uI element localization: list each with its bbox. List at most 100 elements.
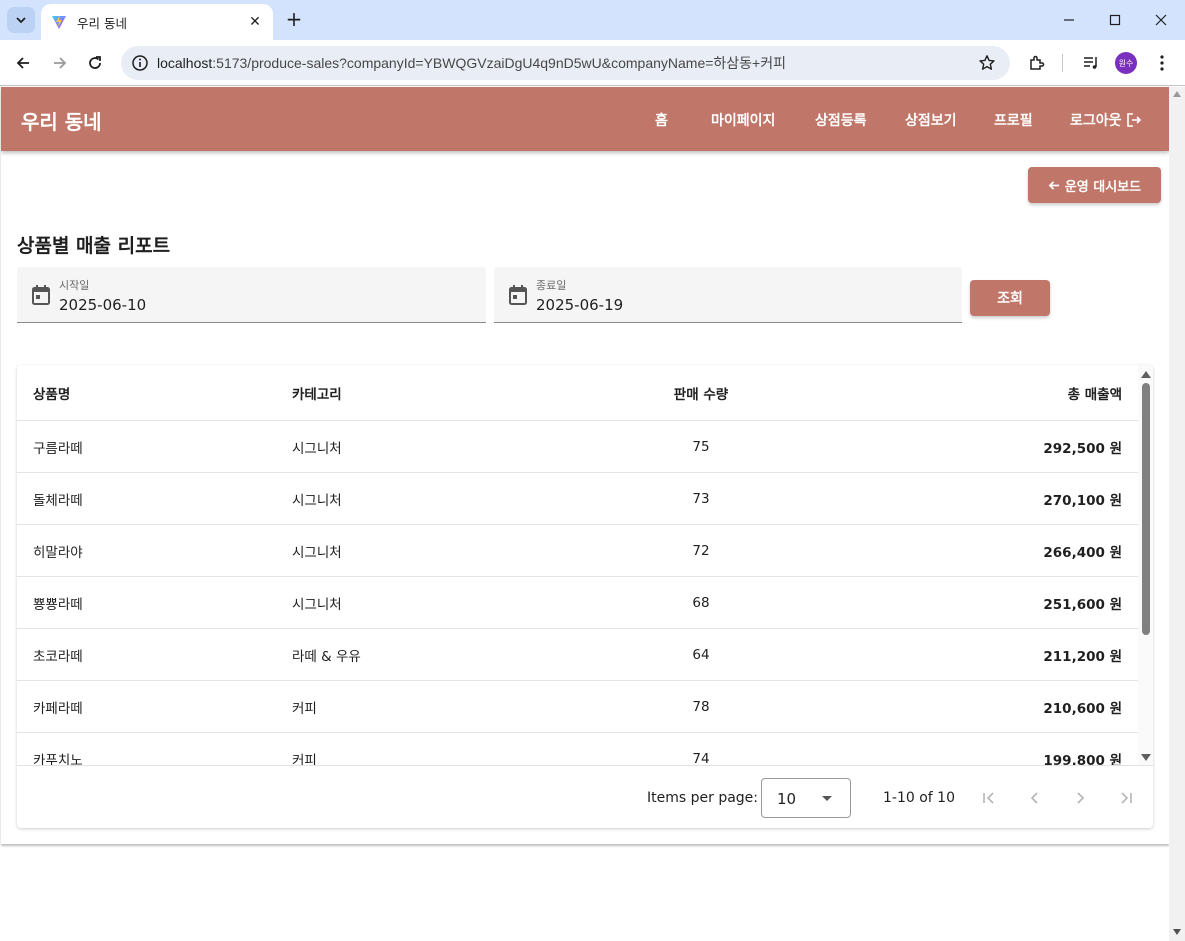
forward-nav-button[interactable] bbox=[46, 49, 74, 77]
browser-tab-active[interactable]: 우리 동네 ✕ bbox=[41, 4, 273, 40]
maximize-icon bbox=[1109, 14, 1121, 26]
browser-toolbar: localhost:5173/produce-sales?companyId=Y… bbox=[0, 40, 1185, 86]
table-row[interactable]: 구름라떼 시그니처 75 292,500 원 bbox=[17, 421, 1138, 473]
header-category[interactable]: 카테고리 bbox=[292, 365, 342, 420]
cell-product-name: 카페라떼 bbox=[33, 700, 83, 717]
table-pagination: Items per page: 10 1-10 of 10 bbox=[17, 765, 1153, 828]
nav-mypage[interactable]: 마이페이지 bbox=[711, 110, 775, 130]
nav-logout[interactable]: 로그아웃 bbox=[1070, 110, 1142, 130]
calendar-icon bbox=[509, 285, 527, 305]
cell-product-name: 카푸치노 bbox=[33, 752, 83, 766]
close-window-button[interactable] bbox=[1138, 0, 1184, 40]
table-body-scroll[interactable]: 상품명 카테고리 판매 수량 총 매출액 구름라떼 시그니처 75 292,500 원… bbox=[17, 365, 1138, 765]
cell-category: 시그니처 bbox=[292, 440, 342, 457]
first-page-icon bbox=[983, 792, 994, 804]
brand-title[interactable]: 우리 동네 bbox=[21, 106, 102, 135]
first-page-button[interactable] bbox=[977, 786, 1001, 810]
tab-search-button[interactable] bbox=[7, 7, 35, 33]
last-page-button[interactable] bbox=[1114, 786, 1138, 810]
start-date-label: 시작일 bbox=[59, 279, 90, 292]
profile-avatar[interactable]: 원수 bbox=[1115, 52, 1137, 74]
chevron-left-icon bbox=[1030, 792, 1038, 804]
table-scrollbar[interactable] bbox=[1138, 365, 1153, 765]
cell-quantity: 64 bbox=[692, 646, 710, 663]
nav-profile[interactable]: 프로필 bbox=[994, 110, 1033, 130]
cell-category: 라떼 & 우유 bbox=[292, 648, 361, 665]
end-date-value[interactable]: 2025-06-19 bbox=[536, 296, 623, 314]
logout-icon bbox=[1126, 113, 1141, 127]
scroll-down-icon[interactable] bbox=[1141, 754, 1151, 761]
pagination-range: 1-10 of 10 bbox=[883, 790, 955, 806]
page-scroll-up-icon[interactable] bbox=[1173, 91, 1181, 97]
cell-quantity: 74 bbox=[692, 750, 710, 766]
bookmark-star-icon[interactable] bbox=[978, 54, 996, 72]
close-icon bbox=[1155, 14, 1167, 26]
maximize-button[interactable] bbox=[1092, 0, 1138, 40]
chevron-right-icon bbox=[1077, 792, 1085, 804]
page-scroll-down-icon[interactable] bbox=[1173, 929, 1181, 935]
cell-quantity: 75 bbox=[692, 438, 710, 455]
table-row[interactable]: 카푸치노 커피 74 199,800 원 bbox=[17, 733, 1138, 766]
close-tab-icon[interactable]: ✕ bbox=[247, 14, 263, 30]
header-product-name[interactable]: 상품명 bbox=[33, 365, 70, 420]
nav-store-register[interactable]: 상점등록 bbox=[815, 110, 867, 130]
minimize-button[interactable] bbox=[1046, 0, 1092, 40]
items-per-page-select[interactable]: 10 bbox=[761, 778, 851, 818]
next-page-button[interactable] bbox=[1068, 786, 1092, 810]
cell-total-sales: 251,600 원 bbox=[1043, 596, 1122, 613]
items-per-page-value: 10 bbox=[777, 790, 797, 808]
table-row[interactable]: 히말라야 시그니처 72 266,400 원 bbox=[17, 525, 1138, 577]
back-to-dashboard-button[interactable]: 운영 대시보드 bbox=[1028, 167, 1161, 203]
back-to-dashboard-label: 운영 대시보드 bbox=[1064, 179, 1142, 195]
page-scrollbar[interactable] bbox=[1169, 87, 1185, 941]
browser-menu-icon[interactable] bbox=[1152, 53, 1172, 73]
nav-store-view[interactable]: 상점보기 bbox=[905, 110, 957, 130]
header-quantity[interactable]: 판매 수량 bbox=[601, 365, 801, 420]
new-tab-button[interactable]: + bbox=[283, 8, 305, 30]
table-row[interactable]: 돌체라떼 시그니처 73 270,100 원 bbox=[17, 473, 1138, 525]
last-page-icon bbox=[1121, 792, 1132, 804]
cell-product-name: 히말라야 bbox=[33, 544, 83, 561]
items-per-page-label: Items per page: bbox=[647, 790, 759, 806]
cell-category: 시그니처 bbox=[292, 492, 342, 509]
table-header-row: 상품명 카테고리 판매 수량 총 매출액 bbox=[17, 365, 1138, 421]
header-total-sales[interactable]: 총 매출액 bbox=[1068, 365, 1122, 420]
address-bar[interactable]: localhost:5173/produce-sales?companyId=Y… bbox=[121, 46, 1010, 80]
site-info-icon[interactable] bbox=[123, 46, 157, 80]
table-row[interactable]: 카페라떼 커피 78 210,600 원 bbox=[17, 681, 1138, 733]
chevron-down-icon bbox=[16, 17, 26, 24]
cell-quantity: 68 bbox=[692, 594, 710, 611]
app-header: 우리 동네 홈 마이페이지 상점등록 상점보기 프로필 로그아웃 bbox=[1, 87, 1169, 151]
cell-category: 시그니처 bbox=[292, 596, 342, 613]
media-queue-icon[interactable] bbox=[1081, 53, 1101, 73]
cell-product-name: 돌체라떼 bbox=[33, 492, 83, 509]
prev-page-button[interactable] bbox=[1023, 786, 1047, 810]
cell-product-name: 초코라떼 bbox=[33, 648, 83, 665]
back-nav-button[interactable] bbox=[9, 49, 37, 77]
cell-category: 커피 bbox=[292, 700, 317, 717]
extensions-icon[interactable] bbox=[1027, 53, 1047, 73]
cell-quantity: 72 bbox=[692, 542, 710, 559]
arrow-left-icon bbox=[1048, 180, 1059, 190]
table-row[interactable]: 뿅뿅라떼 시그니처 68 251,600 원 bbox=[17, 577, 1138, 629]
minimize-icon bbox=[1064, 19, 1074, 21]
cell-quantity: 73 bbox=[692, 490, 710, 507]
cell-total-sales: 266,400 원 bbox=[1043, 544, 1122, 561]
cell-total-sales: 292,500 원 bbox=[1043, 440, 1122, 457]
caret-down-icon bbox=[822, 796, 832, 801]
scrollbar-thumb[interactable] bbox=[1142, 383, 1150, 635]
cell-total-sales: 270,100 원 bbox=[1043, 492, 1122, 509]
cell-total-sales: 199,800 원 bbox=[1043, 752, 1122, 766]
start-date-field[interactable]: 시작일 2025-06-10 bbox=[17, 267, 486, 323]
search-button[interactable]: 조회 bbox=[970, 280, 1050, 316]
end-date-label: 종료일 bbox=[536, 279, 567, 292]
start-date-value[interactable]: 2025-06-10 bbox=[59, 296, 146, 314]
scroll-up-icon[interactable] bbox=[1141, 371, 1151, 378]
end-date-field[interactable]: 종료일 2025-06-19 bbox=[494, 267, 962, 323]
reload-button[interactable] bbox=[81, 49, 109, 77]
tab-title: 우리 동네 bbox=[77, 15, 127, 31]
table-row[interactable]: 초코라떼 라떼 & 우유 64 211,200 원 bbox=[17, 629, 1138, 681]
sales-table: 상품명 카테고리 판매 수량 총 매출액 구름라떼 시그니처 75 292,500 원… bbox=[17, 365, 1153, 828]
nav-home[interactable]: 홈 bbox=[655, 110, 668, 130]
nav-logout-label: 로그아웃 bbox=[1070, 113, 1122, 129]
